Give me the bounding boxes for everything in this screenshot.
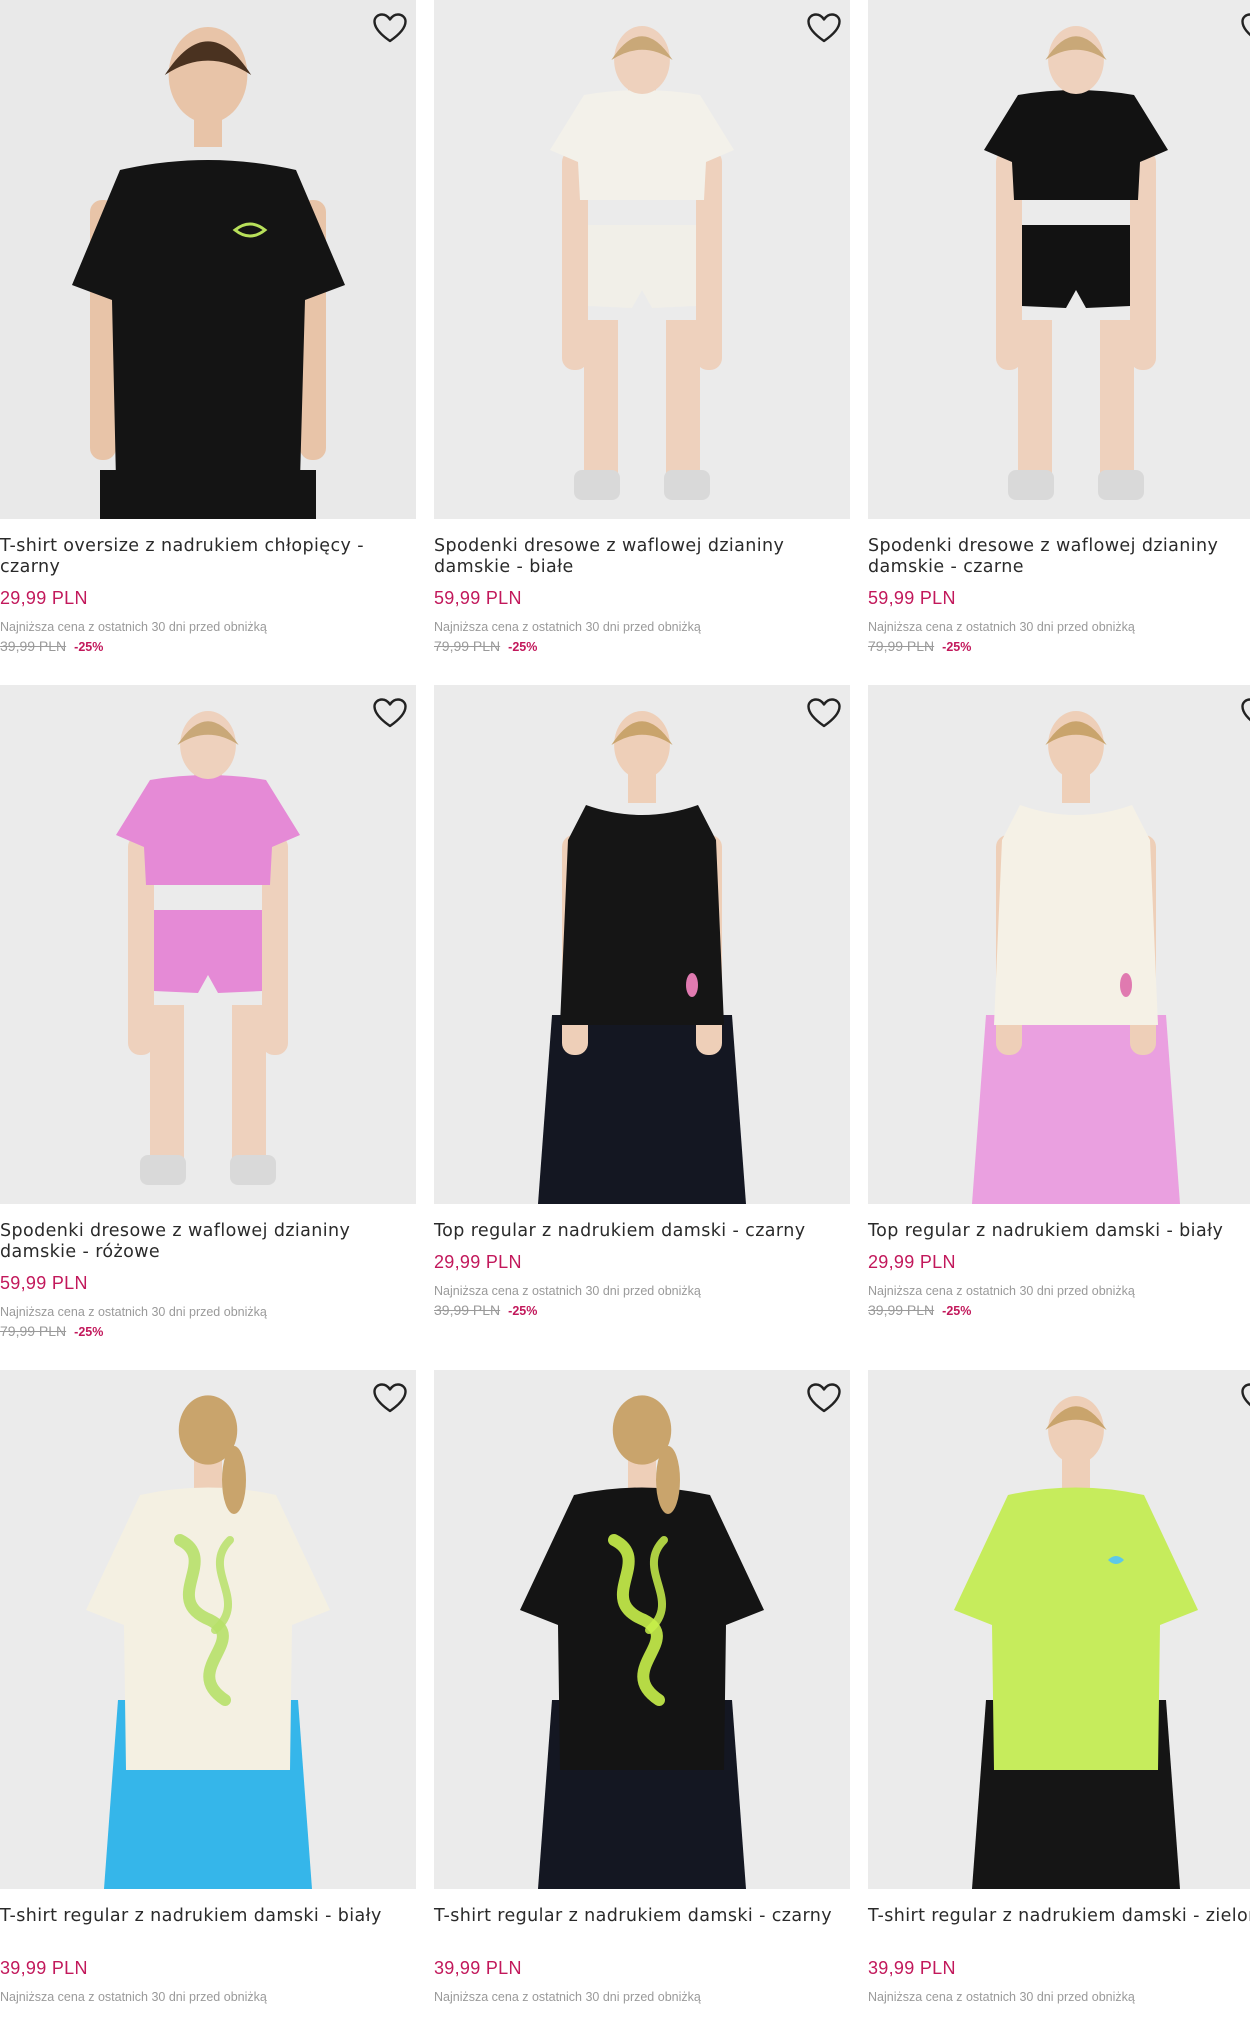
old-price-row: 39,99 PLN -25% (868, 1302, 1250, 1319)
heart-outline-icon (373, 698, 407, 728)
old-price-row: 39,99 PLN -25% (434, 1302, 850, 1319)
add-to-favorites-button[interactable] (372, 10, 408, 46)
old-price-row (868, 2008, 1250, 2025)
product-card-3[interactable]: Spodenki dresowe z waflowej dzianiny dam… (868, 0, 1250, 655)
add-to-favorites-button[interactable] (806, 1380, 842, 1416)
discount-badge: -25% (508, 640, 538, 654)
lowest-price-note: Najniższa cena z ostatnich 30 dni przed … (0, 1990, 267, 2004)
add-to-favorites-button[interactable] (806, 695, 842, 731)
product-image[interactable] (868, 1370, 1250, 1889)
product-card-2[interactable]: Spodenki dresowe z waflowej dzianiny dam… (434, 0, 850, 655)
product-title[interactable]: Top regular z nadrukiem damski - czarny (434, 1221, 850, 1244)
product-photo (868, 0, 1250, 519)
product-image[interactable] (434, 685, 850, 1204)
product-card-1[interactable]: T-shirt oversize z nadrukiem chłopięcy -… (0, 0, 416, 655)
old-price: 39,99 PLN (0, 638, 67, 654)
old-price-row: 39,99 PLN -25% (0, 638, 416, 655)
product-card-5[interactable]: Top regular z nadrukiem damski - czarny … (434, 685, 850, 1319)
product-title[interactable]: Top regular z nadrukiem damski - biały (868, 1221, 1250, 1244)
product-price: 59,99 PLN (0, 1273, 88, 1293)
old-price-row (434, 2008, 850, 2025)
product-title[interactable]: Spodenki dresowe z waflowej dzianiny dam… (868, 536, 1250, 580)
lowest-price-note: Najniższa cena z ostatnich 30 dni przed … (868, 620, 1135, 634)
old-price: 79,99 PLN (0, 1323, 67, 1339)
product-image[interactable] (868, 0, 1250, 519)
product-title[interactable]: Spodenki dresowe z waflowej dzianiny dam… (0, 1221, 416, 1265)
heart-outline-icon (1241, 698, 1250, 722)
lowest-price-note: Najniższa cena z ostatnich 30 dni przed … (434, 1990, 701, 2004)
product-image[interactable] (0, 1370, 416, 1889)
product-photo (0, 685, 416, 1204)
product-title[interactable]: T-shirt regular z nadrukiem damski - cza… (434, 1906, 850, 1950)
lowest-price-note: Najniższa cena z ostatnich 30 dni przed … (0, 1305, 267, 1319)
add-to-favorites-button[interactable] (1240, 10, 1250, 46)
old-price: 39,99 PLN (434, 1302, 501, 1318)
heart-outline-icon (807, 1383, 841, 1413)
product-title[interactable]: T-shirt regular z nadrukiem damski - bia… (0, 1906, 416, 1950)
product-photo (868, 685, 1250, 1204)
product-price: 59,99 PLN (868, 588, 956, 608)
product-photo (434, 1370, 850, 1889)
product-price: 29,99 PLN (434, 1252, 522, 1272)
product-grid: T-shirt oversize z nadrukiem chłopięcy -… (0, 0, 1250, 2004)
discount-badge: -25% (508, 1304, 538, 1318)
heart-outline-icon (807, 698, 841, 728)
lowest-price-note: Najniższa cena z ostatnich 30 dni przed … (434, 1284, 701, 1298)
product-photo (434, 0, 850, 519)
discount-badge: -25% (74, 1325, 104, 1339)
discount-badge: -25% (74, 640, 104, 654)
product-image[interactable] (434, 1370, 850, 1889)
old-price-row (0, 2008, 416, 2025)
product-photo (0, 0, 416, 519)
old-price-row: 79,99 PLN -25% (868, 638, 1250, 655)
discount-badge: -25% (942, 640, 972, 654)
product-image[interactable] (868, 685, 1250, 1204)
old-price-row: 79,99 PLN -25% (0, 1323, 416, 1340)
product-image[interactable] (0, 0, 416, 519)
lowest-price-note: Najniższa cena z ostatnich 30 dni przed … (434, 620, 701, 634)
product-card-8[interactable]: T-shirt regular z nadrukiem damski - cza… (434, 1370, 850, 2025)
product-card-4[interactable]: Spodenki dresowe z waflowej dzianiny dam… (0, 685, 416, 1340)
product-price: 29,99 PLN (0, 588, 88, 608)
product-title[interactable]: T-shirt oversize z nadrukiem chłopięcy -… (0, 536, 416, 580)
discount-badge: -25% (942, 1304, 972, 1318)
add-to-favorites-button[interactable] (1240, 695, 1250, 731)
product-photo (868, 1370, 1250, 1889)
product-card-7[interactable]: T-shirt regular z nadrukiem damski - bia… (0, 1370, 416, 2025)
product-price: 29,99 PLN (868, 1252, 956, 1272)
product-title[interactable]: Spodenki dresowe z waflowej dzianiny dam… (434, 536, 850, 580)
product-price: 39,99 PLN (434, 1958, 522, 1978)
add-to-favorites-button[interactable] (372, 1380, 408, 1416)
old-price: 79,99 PLN (868, 638, 935, 654)
product-price: 59,99 PLN (434, 588, 522, 608)
lowest-price-note: Najniższa cena z ostatnich 30 dni przed … (868, 1284, 1135, 1298)
product-image[interactable] (434, 0, 850, 519)
product-card-6[interactable]: Top regular z nadrukiem damski - biały 2… (868, 685, 1250, 1319)
old-price: 79,99 PLN (434, 638, 501, 654)
heart-outline-icon (1241, 13, 1250, 37)
heart-outline-icon (1241, 1383, 1250, 1407)
product-title[interactable]: T-shirt regular z nadrukiem damski - zie… (868, 1906, 1250, 1950)
lowest-price-note: Najniższa cena z ostatnich 30 dni przed … (868, 1990, 1135, 2004)
heart-outline-icon (373, 1383, 407, 1413)
heart-outline-icon (373, 13, 407, 43)
old-price: 39,99 PLN (868, 1302, 935, 1318)
lowest-price-note: Najniższa cena z ostatnich 30 dni przed … (0, 620, 267, 634)
product-photo (434, 685, 850, 1204)
product-image[interactable] (0, 685, 416, 1204)
add-to-favorites-button[interactable] (372, 695, 408, 731)
add-to-favorites-button[interactable] (806, 10, 842, 46)
old-price-row: 79,99 PLN -25% (434, 638, 850, 655)
add-to-favorites-button[interactable] (1240, 1380, 1250, 1416)
product-photo (0, 1370, 416, 1889)
product-price: 39,99 PLN (0, 1958, 88, 1978)
product-card-9[interactable]: T-shirt regular z nadrukiem damski - zie… (868, 1370, 1250, 2025)
heart-outline-icon (807, 13, 841, 43)
product-price: 39,99 PLN (868, 1958, 956, 1978)
